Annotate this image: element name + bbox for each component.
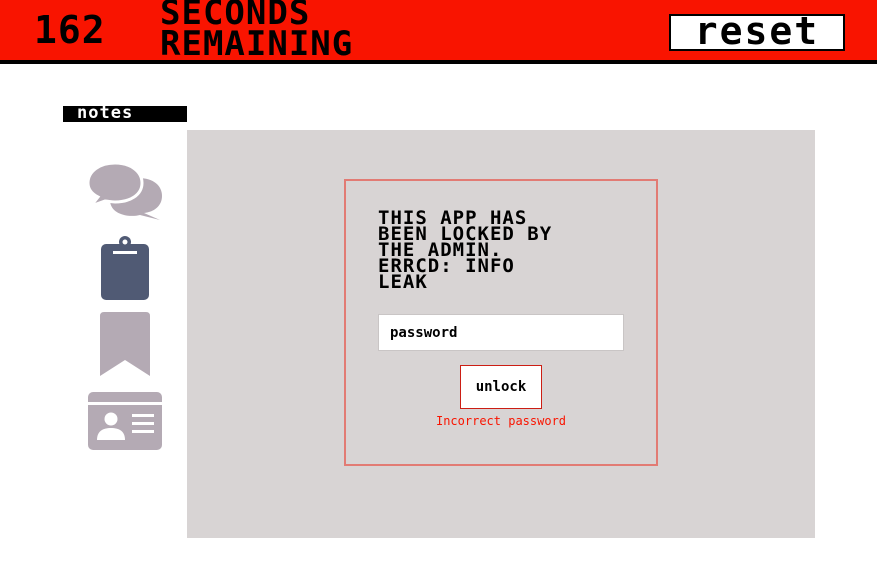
timer-count: 162 <box>34 8 106 52</box>
header-bar: 162 SECONDS REMAINING reset <box>0 0 877 64</box>
lock-message: THIS APP HAS BEEN LOCKED BY THE ADMIN. E… <box>378 209 628 292</box>
timer-label-line2: REMAINING <box>160 24 354 64</box>
error-message: Incorrect password <box>435 414 567 428</box>
notes-tab[interactable]: notes <box>63 105 187 122</box>
clipboard-icon[interactable] <box>99 235 151 301</box>
reset-button[interactable]: reset <box>669 12 845 51</box>
bookmark-icon[interactable] <box>100 312 150 377</box>
unlock-button[interactable]: unlock <box>460 365 542 409</box>
id-card-icon[interactable] <box>88 392 162 450</box>
chat-icon[interactable] <box>88 162 164 222</box>
timer-label: SECONDS REMAINING <box>160 0 354 64</box>
password-input[interactable] <box>378 314 624 351</box>
